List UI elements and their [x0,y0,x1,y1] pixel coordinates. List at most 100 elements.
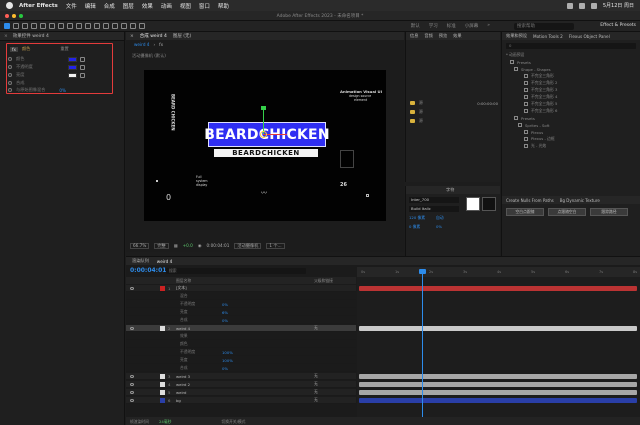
zoom-select[interactable]: 66.7% [130,242,150,249]
tree-item[interactable]: 光 - 光效 [524,143,546,149]
dolly-tool-icon[interactable] [49,23,55,29]
playhead-line[interactable] [422,269,423,419]
table-row[interactable]: 4 weird 2 无 [126,381,356,388]
list-item[interactable]: 源 [410,109,498,115]
menu-help[interactable]: 帮助 [218,2,229,10]
tab-layer[interactable]: 图层 (无) [173,33,191,39]
zoom-tool-icon[interactable] [22,23,28,29]
eye-icon[interactable] [130,390,134,394]
tab-render-queue[interactable]: 渲染队列 [132,258,149,264]
wifi-icon[interactable] [578,2,585,9]
app-menu[interactable]: After Effects [19,3,58,9]
layer-duration-bar[interactable] [359,398,637,403]
close-icon[interactable]: × [130,34,134,39]
tree-item[interactable]: 不完全三角形 2 [524,80,557,86]
tree-item[interactable]: 不完全三角形 4 [524,94,557,100]
table-row[interactable]: 1 [文本] [126,285,356,292]
parent-select[interactable]: 无 [314,325,318,331]
parent-select[interactable]: 无 [314,389,318,395]
tree-item[interactable]: Presets [514,115,535,121]
effects-search-input[interactable]: 0 [506,43,636,49]
help-search-input[interactable]: 搜索帮助 [514,23,574,30]
status-icon[interactable] [566,2,573,9]
type-tool-icon[interactable] [94,23,100,29]
breadcrumb-fx[interactable]: fx [159,42,163,47]
property-row[interactable]: 混合 [126,293,356,300]
tab-audio[interactable]: 音频 [424,33,432,39]
table-row[interactable]: 3 weird 3 无 [126,373,356,380]
tab-flexus[interactable]: Flexus Object Panel [569,34,610,39]
layer-duration-bar[interactable] [359,286,637,291]
property-row[interactable]: 亮度 6% [126,309,356,316]
tree-item[interactable]: Presets [510,59,531,65]
current-time-readout[interactable]: 0:00:04:01 [207,243,230,248]
gizmo-y-arrow-icon[interactable] [261,106,266,110]
col-parent[interactable]: 父级和链接 [314,278,333,284]
property-value[interactable]: 0% [222,366,228,371]
tree-item[interactable]: * 动画预设 [506,52,524,58]
timeline-current-time[interactable]: 0:00:04:01 [130,267,166,274]
layer-name[interactable]: weird 2 [176,382,190,387]
tree-item[interactable]: 不完全三角形 3 [524,87,557,93]
list-item[interactable]: 源 0:00:00:00 [410,100,498,106]
character-tab[interactable]: 字符 [406,186,500,194]
label-color-swatch[interactable] [160,285,165,291]
col-layer-name[interactable]: 图层名称 [176,278,191,284]
font-style-select[interactable]: Build Italic [409,206,459,212]
eye-icon[interactable] [130,374,134,378]
leading-value[interactable]: 自动 [436,215,444,221]
parent-select[interactable]: 无 [314,381,318,387]
font-family-select[interactable]: Inter_700 [409,197,459,203]
timeline-search-input[interactable]: 搜索 [166,268,306,274]
table-row[interactable]: 5 weird 无 [126,389,356,396]
snapshot-icon[interactable]: ◉ [198,243,202,248]
workspace-learn[interactable]: 学习 [429,23,438,29]
eye-icon[interactable] [130,382,134,386]
menu-composition[interactable]: 合成 [104,2,115,10]
property-row[interactable]: 不透明度 100% [126,349,356,356]
property-row[interactable]: 不透明度 0% [126,301,356,308]
workspace-standard[interactable]: 标准 [447,23,456,29]
effect-controls-tab[interactable]: × 效果控件 weird 4 [0,32,124,41]
hand-tool-icon[interactable] [13,23,19,29]
tree-item[interactable]: 不完全三角形 6 [524,108,557,114]
label-color-swatch[interactable] [160,397,165,403]
pan-tool-icon[interactable] [40,23,46,29]
menu-view[interactable]: 视图 [180,2,191,10]
table-row[interactable]: 6 bg 无 [126,397,356,404]
anchor-tool-icon[interactable] [67,23,73,29]
label-color-swatch[interactable] [160,381,165,387]
brush-tool-icon[interactable] [103,23,109,29]
tab-effects-presets[interactable]: 效果和预设 [506,33,527,39]
parent-select[interactable]: 无 [314,373,318,379]
camera-select[interactable]: 活动摄像机 [234,242,262,249]
tree-item[interactable]: Shape - Shapes [514,66,551,72]
layer-name[interactable]: weird [176,390,186,395]
logo-sub-box[interactable]: BEARDCHICKEN [214,149,318,157]
time-ruler[interactable]: 0s 1s 2s 3s 4s 5s 6s 7s 8s [357,267,640,277]
playhead-handle[interactable] [419,269,426,274]
layer-name[interactable]: weird 3 [176,374,190,379]
nulls-follow-points-button[interactable]: 点跟随空白 [548,208,586,216]
quality-select[interactable]: 完整 [154,242,169,249]
parent-select[interactable]: 无 [314,397,318,403]
property-value[interactable]: 6% [222,310,228,315]
menu-edit[interactable]: 编辑 [85,2,96,10]
points-follow-nulls-button[interactable]: 空白点跟随 [506,208,544,216]
layer-duration-bar[interactable] [359,374,637,379]
tree-item[interactable]: Plexus [524,129,543,135]
trace-path-button[interactable]: 跟踪路径 [590,208,628,216]
baseline-value[interactable]: 0% [436,224,442,229]
property-row[interactable]: 亮度 100% [126,357,356,364]
property-row[interactable]: 合成 0% [126,365,356,372]
pen-tool-icon[interactable] [85,23,91,29]
search-icon[interactable] [590,2,597,9]
tree-item[interactable]: 不完全三角形 5 [524,101,557,107]
menubar-datetime[interactable]: 5月12日 周日 [603,2,634,9]
property-row[interactable]: 效果 [126,333,356,340]
timeline-track-area[interactable]: 0s 1s 2s 3s 4s 5s 6s 7s 8s [357,267,640,419]
label-color-swatch[interactable] [160,373,165,379]
composition-canvas[interactable]: BEARD CHICKEN Animation Visual UI design… [144,70,386,221]
anchor-point-icon[interactable] [260,131,267,138]
eye-icon[interactable] [130,398,134,402]
